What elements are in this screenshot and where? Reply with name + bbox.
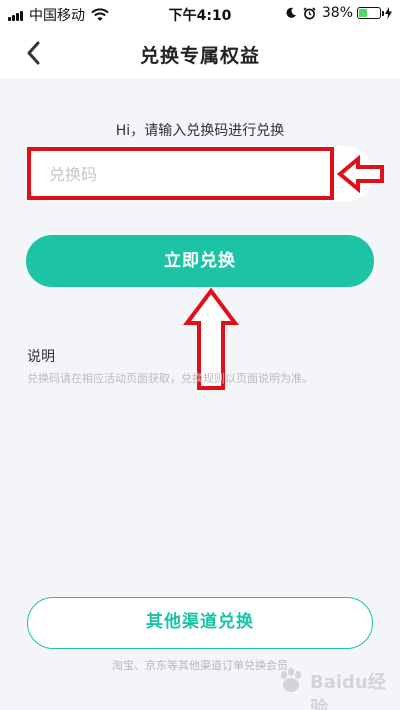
charging-icon — [385, 7, 392, 19]
description-title: 说明 — [27, 349, 55, 365]
description-text: 兑换码请在相应活动页面获取，兑换规则以页面说明为准。 — [27, 372, 313, 385]
screen: 中国移动 下午4:10 38% 兑换专属权益 Hi，请输入兑换码进行兑换 兑换码… — [0, 0, 400, 710]
redeem-code-input[interactable] — [27, 146, 373, 202]
battery-nub — [382, 11, 384, 16]
redeem-now-button[interactable]: 立即兑换 — [26, 235, 374, 287]
battery-fill — [359, 9, 367, 17]
other-channels-button[interactable]: 其他渠道兑换 — [27, 597, 373, 649]
alarm-icon — [303, 6, 316, 20]
status-bar: 中国移动 下午4:10 38% — [0, 0, 400, 28]
watermark: Baidu经验 — [276, 664, 386, 710]
redeem-prompt: Hi，请输入兑换码进行兑换 — [115, 123, 285, 139]
watermark-text: Baidu经验 — [310, 672, 386, 710]
moon-icon — [285, 7, 297, 19]
baidu-paw-logo-icon — [281, 668, 301, 692]
battery-icon — [357, 7, 384, 19]
annotation-arrow-left-icon — [336, 155, 384, 193]
battery-percent: 38% — [321, 5, 353, 21]
code-field-wrapper — [27, 146, 373, 202]
status-right: 38% — [279, 5, 392, 21]
nav-bar: 兑换专属权益 — [0, 28, 400, 78]
page-title: 兑换专属权益 — [139, 45, 260, 67]
